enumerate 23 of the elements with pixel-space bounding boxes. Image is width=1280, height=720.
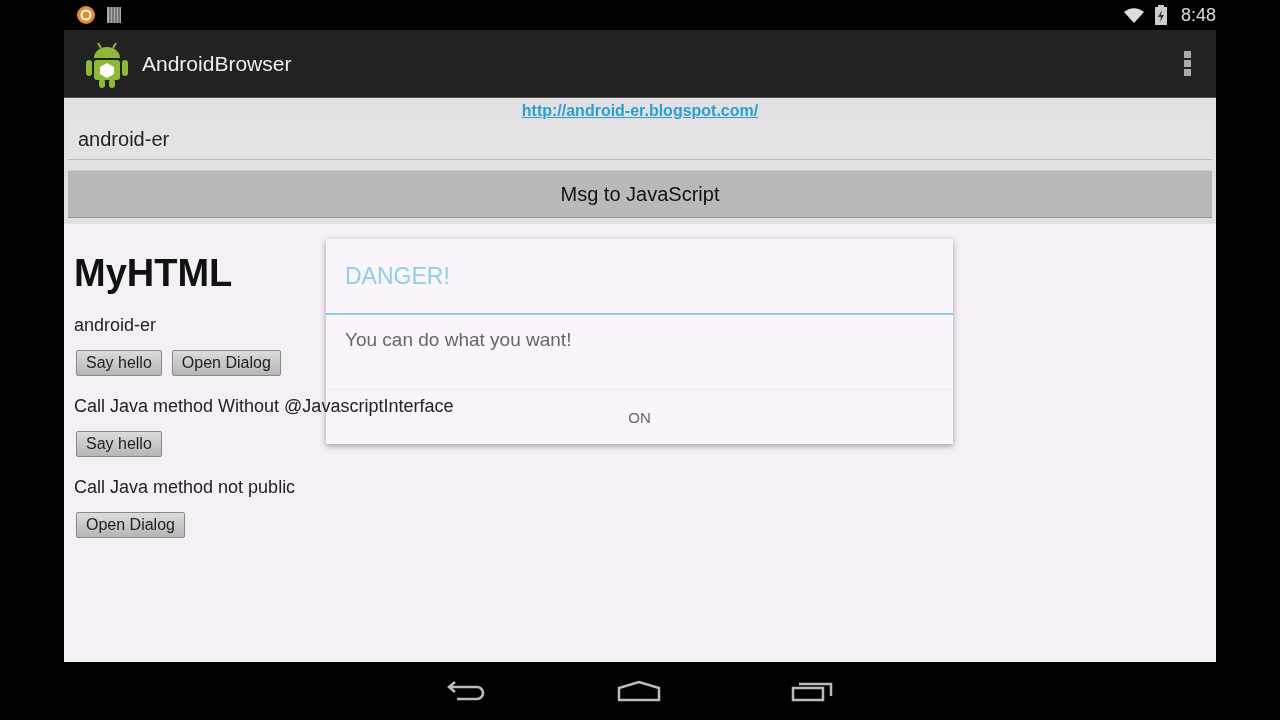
page-button[interactable]: Open Dialog — [171, 350, 281, 376]
page-button[interactable]: Open Dialog — [76, 512, 185, 538]
page-text: Call Java method not public — [74, 477, 296, 498]
barcode-notification-icon — [106, 6, 122, 24]
message-input[interactable]: android-er — [78, 126, 378, 153]
wifi-icon — [1122, 6, 1145, 24]
dialog-message: You can do what you want! — [326, 315, 953, 390]
app-title: AndroidBrowser — [142, 51, 293, 76]
app-notification-icon — [76, 5, 96, 25]
dialog-button[interactable]: ON — [509, 390, 770, 444]
clock: 8:48 — [1180, 4, 1216, 26]
recent-apps-icon[interactable] — [791, 680, 833, 702]
page-button[interactable]: Say hello — [76, 431, 162, 457]
dialog-title: DANGER! — [326, 239, 953, 315]
battery-icon — [1154, 5, 1167, 25]
send-message-button[interactable]: Msg to JavaScript — [68, 170, 1212, 218]
page-button[interactable]: Say hello — [76, 350, 162, 376]
back-icon[interactable] — [447, 680, 487, 702]
overflow-menu-icon[interactable] — [1184, 50, 1192, 77]
page-text: android-er — [74, 315, 157, 336]
page-text: Call Java method Without @JavascriptInterface — [74, 396, 454, 417]
page-heading: MyHTML — [74, 252, 233, 295]
home-icon[interactable] — [617, 680, 661, 702]
